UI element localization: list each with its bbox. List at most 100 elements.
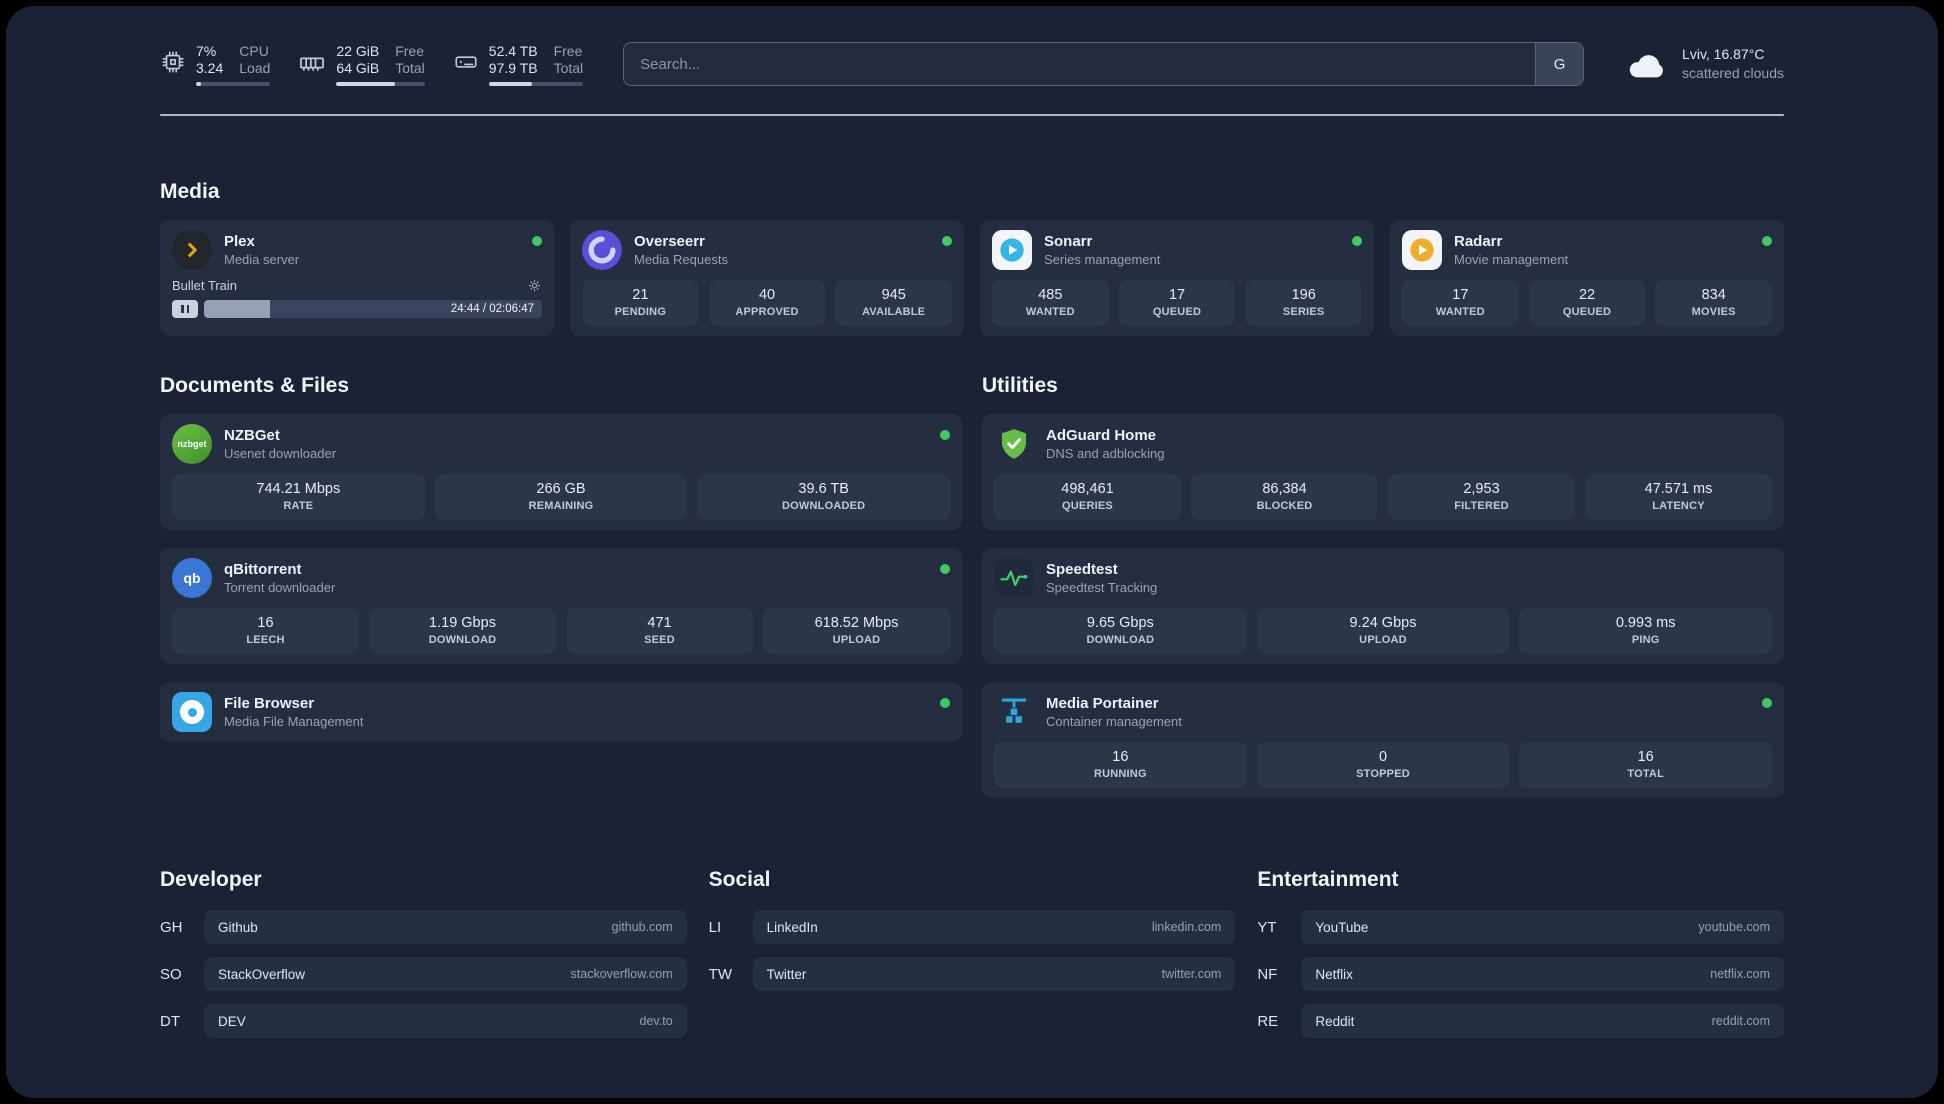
bookmark-netflix[interactable]: NF Netflix netflix.com — [1257, 957, 1784, 991]
stat-tile: 485 WANTED — [992, 280, 1109, 326]
bookmark-group-entertainment: Entertainment YT YouTube youtube.com NF … — [1257, 868, 1784, 1051]
bookmark-reddit[interactable]: RE Reddit reddit.com — [1257, 1004, 1784, 1038]
disk-free-value: 52.4 TB — [488, 42, 538, 59]
sonarr-icon — [992, 230, 1032, 270]
service-card-nzbget[interactable]: nzbget NZBGet Usenet downloader 744.21 M… — [160, 414, 962, 530]
stat-tile: 47.571 ms LATENCY — [1585, 474, 1772, 520]
service-subtitle: Media server — [224, 252, 300, 267]
service-card-adguard[interactable]: AdGuard Home DNS and adblocking 498,461 … — [982, 414, 1784, 530]
bookmark-twitter[interactable]: TW Twitter twitter.com — [709, 957, 1236, 991]
service-name: Media Portainer — [1046, 695, 1159, 712]
bookmark-dev[interactable]: DT DEV dev.to — [160, 1004, 687, 1038]
service-card-sonarr[interactable]: Sonarr Series management 485 WANTED 17 Q… — [980, 220, 1374, 336]
bookmark-abbr: GH — [160, 918, 183, 936]
stat-tile: 39.6 TB DOWNLOADED — [697, 474, 951, 520]
service-name: Speedtest — [1046, 561, 1118, 578]
stat-tile: 744.21 Mbps RATE — [172, 474, 425, 520]
stat-tile: 86,384 BLOCKED — [1191, 474, 1378, 520]
bookmark-url: linkedin.com — [1151, 920, 1222, 934]
now-playing-widget: Bullet Train 24:44 / 02:06:47 — [172, 278, 542, 318]
service-subtitle: Speedtest Tracking — [1046, 580, 1158, 595]
adguard-icon — [994, 424, 1034, 464]
bookmark-github[interactable]: GH Github github.com — [160, 910, 687, 944]
disk-total-label: Total — [553, 59, 584, 76]
stat-tile: 834 MOVIES — [1655, 280, 1773, 326]
service-card-filebrowser[interactable]: File Browser Media File Management — [160, 682, 962, 742]
top-bar: 7% CPU 3.24 Load 22 GiB Free 64 GiB Tota… — [160, 42, 1784, 86]
bookmark-abbr: DT — [160, 1012, 180, 1030]
stat-tile: 9.24 Gbps UPLOAD — [1256, 608, 1510, 654]
service-name: Overseerr — [634, 233, 705, 250]
service-card-radarr[interactable]: Radarr Movie management 17 WANTED 22 QUE… — [1390, 220, 1784, 336]
bookmark-url: dev.to — [639, 1014, 673, 1028]
memory-total-value: 64 GiB — [336, 59, 380, 76]
utilities-section-heading: Utilities — [982, 374, 1058, 397]
stat-tile: 9.65 Gbps DOWNLOAD — [994, 608, 1247, 654]
service-card-qbittorrent[interactable]: qb qBittorrent Torrent downloader 16 LEE… — [160, 548, 962, 664]
bookmark-name: Github — [218, 919, 258, 935]
stat-tile: 1.19 Gbps DOWNLOAD — [369, 608, 556, 654]
cpu-widget: 7% CPU 3.24 Load — [160, 42, 271, 86]
stat-tile: 498,461 QUERIES — [994, 474, 1181, 520]
bookmark-stackoverflow[interactable]: SO StackOverflow stackoverflow.com — [160, 957, 687, 991]
bookmark-url: stackoverflow.com — [570, 967, 673, 981]
status-dot — [1762, 698, 1772, 708]
memory-free-label: Free — [395, 42, 425, 59]
service-subtitle: Movie management — [1454, 252, 1569, 267]
pause-button[interactable] — [172, 300, 198, 318]
playback-time: 24:44 / 02:06:47 — [450, 303, 534, 315]
stat-tile: 17 WANTED — [1402, 280, 1519, 326]
service-subtitle: Series management — [1044, 252, 1161, 267]
search-provider-button[interactable]: G — [1535, 43, 1584, 85]
weather-widget: Lviv, 16.87°C scattered clouds — [1624, 45, 1784, 83]
memory-free-value: 22 GiB — [336, 42, 380, 59]
cpu-load-label: Load — [239, 59, 271, 76]
memory-total-label: Total — [395, 59, 425, 76]
stat-tile: 16 RUNNING — [994, 742, 1247, 788]
disk-progress-bar — [488, 81, 584, 86]
bookmark-abbr: RE — [1257, 1012, 1279, 1030]
stat-tile: 266 GB REMAINING — [434, 474, 688, 520]
cpu-usage-label: CPU — [239, 42, 269, 59]
service-card-overseerr[interactable]: Overseerr Media Requests 21 PENDING 40 A… — [570, 220, 964, 336]
stat-tile: 0 STOPPED — [1256, 742, 1510, 788]
search-input[interactable] — [624, 43, 1536, 85]
service-name: Plex — [224, 233, 255, 250]
memory-widget: 22 GiB Free 64 GiB Total — [298, 42, 425, 86]
status-dot — [1762, 236, 1772, 246]
search-bar: G — [623, 42, 1585, 86]
gear-icon[interactable] — [527, 278, 542, 293]
service-card-speedtest[interactable]: Speedtest Speedtest Tracking 9.65 Gbps D… — [982, 548, 1784, 664]
bookmark-name: Twitter — [766, 966, 807, 982]
dashboard: 7% CPU 3.24 Load 22 GiB Free 64 GiB Tota… — [6, 6, 1938, 1098]
bookmark-youtube[interactable]: YT YouTube youtube.com — [1257, 910, 1784, 944]
bookmark-abbr: SO — [160, 965, 182, 983]
cpu-load-value: 3.24 — [196, 59, 224, 76]
status-dot — [532, 236, 542, 246]
developer-section-heading: Developer — [160, 868, 262, 891]
stat-tile: 17 QUEUED — [1118, 280, 1236, 326]
overseerr-icon — [582, 230, 622, 270]
bookmark-linkedin[interactable]: LI LinkedIn linkedin.com — [709, 910, 1236, 944]
bookmark-name: YouTube — [1315, 919, 1369, 935]
bookmark-abbr: NF — [1257, 965, 1278, 983]
service-subtitle: Media File Management — [224, 714, 364, 729]
cloud-icon — [1624, 46, 1670, 82]
weather-location: Lviv, 16.87°C — [1682, 46, 1765, 62]
memory-progress-bar — [336, 81, 425, 86]
nzbget-icon: nzbget — [172, 424, 212, 464]
stat-tile: 618.52 Mbps UPLOAD — [763, 608, 950, 654]
stat-tile: 945 AVAILABLE — [835, 280, 953, 326]
bookmark-url: twitter.com — [1161, 967, 1222, 981]
top-divider — [160, 114, 1784, 116]
bookmark-group-social: Social LI LinkedIn linkedin.com TW Twitt… — [709, 868, 1236, 1004]
radarr-icon — [1402, 230, 1442, 270]
service-card-plex[interactable]: Plex Media server Bullet Train 24:44 / 0… — [160, 220, 554, 336]
stat-tile: 16 LEECH — [172, 608, 359, 654]
cpu-icon — [160, 49, 186, 80]
bookmark-abbr: YT — [1257, 918, 1277, 936]
entertainment-section-heading: Entertainment — [1257, 868, 1399, 891]
service-card-portainer[interactable]: Media Portainer Container management 16 … — [982, 682, 1784, 798]
filebrowser-icon — [172, 692, 212, 732]
disk-total-value: 97.9 TB — [488, 59, 538, 76]
